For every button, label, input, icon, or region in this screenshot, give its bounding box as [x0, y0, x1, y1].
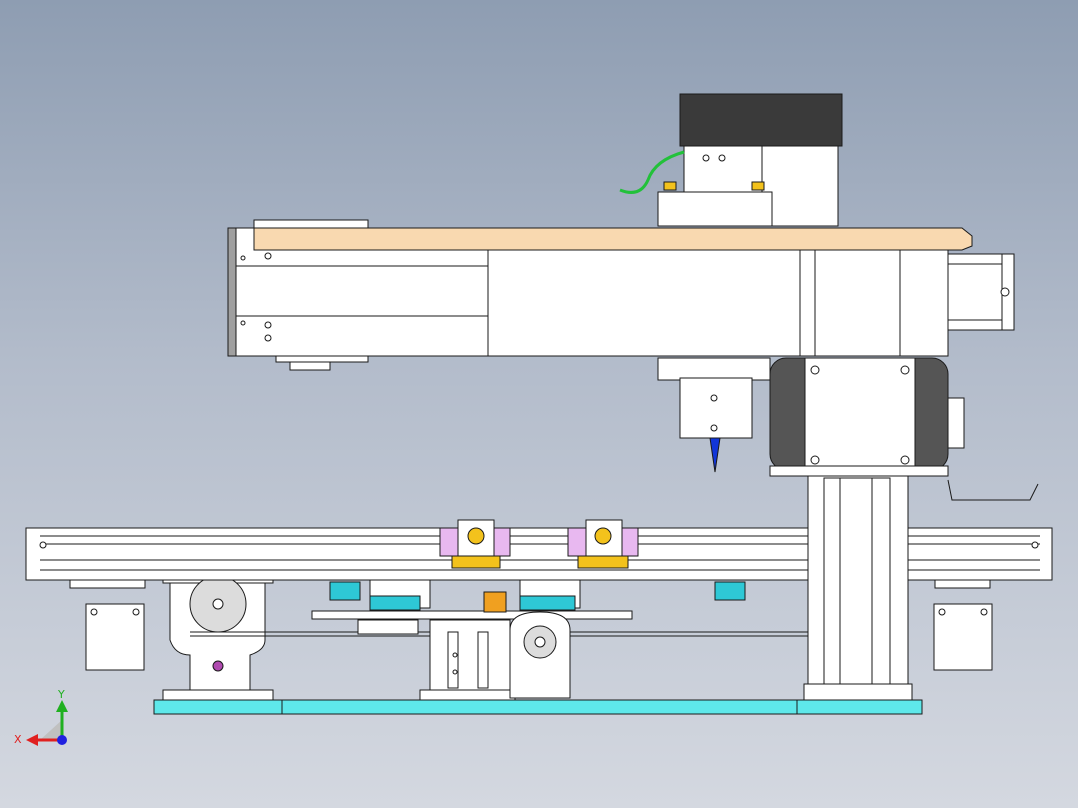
vertical-column [803, 469, 913, 701]
tool-head [657, 357, 771, 473]
wood-plank [253, 227, 973, 251]
top-spindle-motor [657, 93, 843, 227]
axis-triad [26, 700, 68, 746]
cad-viewport[interactable]: X Y [0, 0, 1078, 808]
base-plate [153, 699, 923, 715]
x-axis-label: X [14, 733, 22, 746]
cnc-machine-drawing [25, 93, 1053, 715]
arm-end-motor [947, 253, 1015, 331]
y-axis-label: Y [58, 688, 65, 701]
